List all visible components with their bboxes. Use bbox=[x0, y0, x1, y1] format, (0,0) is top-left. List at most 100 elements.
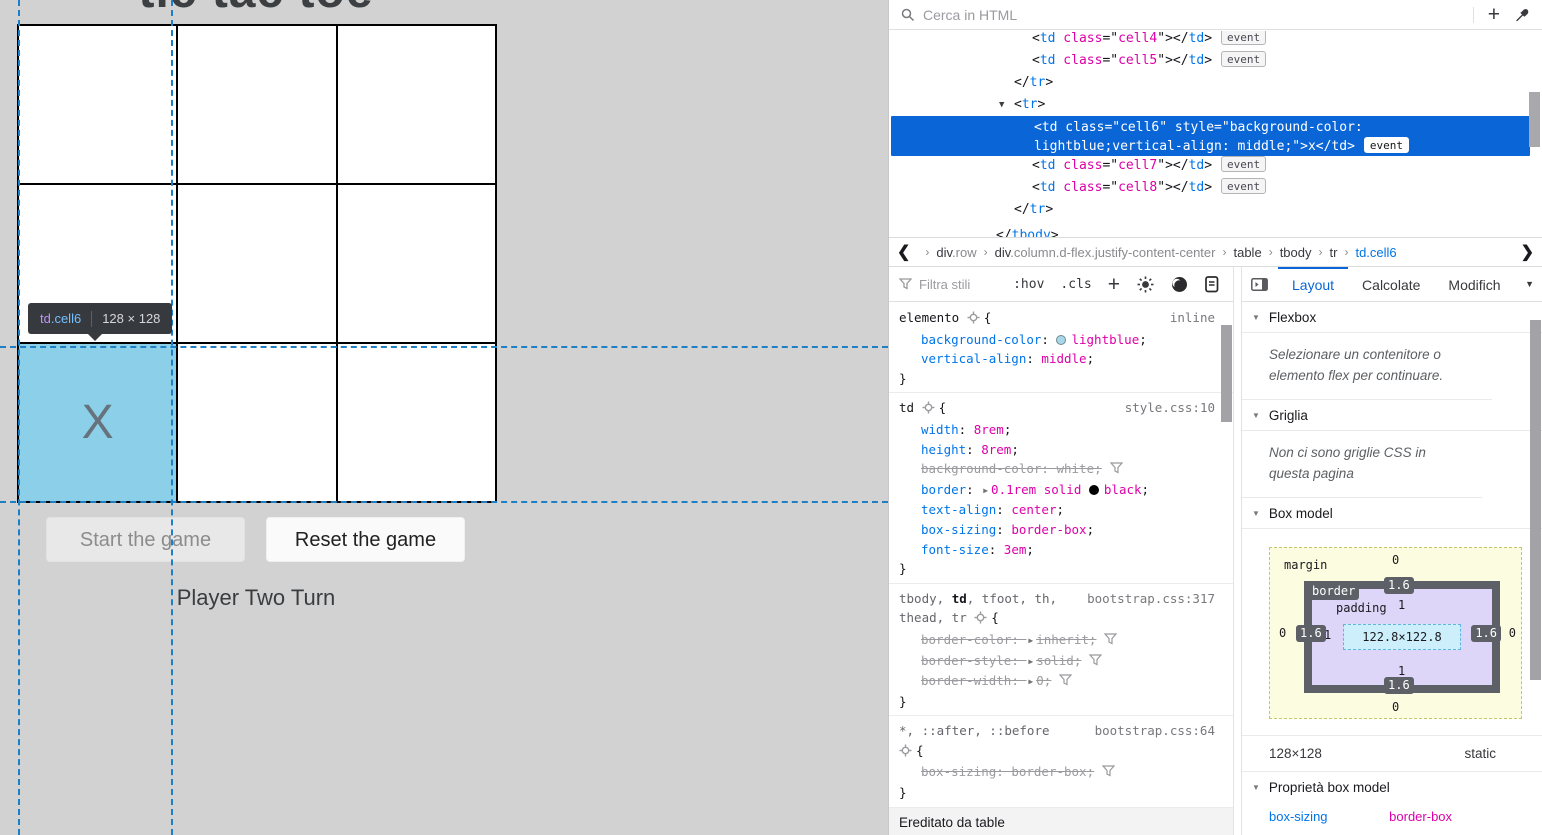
css-rule[interactable]: bootstrap.css:64*, ::after, ::before {bo… bbox=[889, 716, 1233, 807]
css-declaration[interactable]: text-align: center; bbox=[899, 500, 1233, 520]
margin-top-value[interactable]: 0 bbox=[1392, 553, 1399, 567]
filter-styles-input[interactable] bbox=[919, 277, 1009, 292]
markup-row[interactable]: ▼<tr> bbox=[889, 94, 1528, 116]
board-cell-5[interactable] bbox=[338, 185, 495, 342]
css-declaration[interactable]: background-color: white; bbox=[899, 459, 1233, 480]
print-simulation-icon[interactable] bbox=[1205, 276, 1219, 293]
box-model-content-region[interactable]: 122.8×122.8 bbox=[1343, 624, 1461, 650]
pseudo-class-toggle[interactable]: :hov bbox=[1013, 277, 1044, 292]
rule-source-link[interactable]: bootstrap.css:317 bbox=[1087, 589, 1215, 609]
breadcrumb-item-div.column.d-flex.justify-content-center[interactable]: div.column.d-flex.justify-content-center bbox=[995, 245, 1216, 260]
css-declaration[interactable]: border-width: ▶0; bbox=[899, 671, 1233, 692]
overridden-filter-icon[interactable] bbox=[1089, 654, 1102, 669]
css-declaration[interactable]: border-style: ▶solid; bbox=[899, 651, 1233, 672]
rules-scrollbar[interactable] bbox=[1221, 325, 1232, 422]
breadcrumb-back-chevron-icon[interactable]: ❮ bbox=[889, 242, 918, 262]
board-cell-4[interactable] bbox=[178, 185, 335, 342]
section-boxmodel-props-header[interactable]: ▼ Proprietà box model bbox=[1242, 772, 1542, 803]
breadcrumb-item-table[interactable]: table bbox=[1233, 245, 1261, 260]
board-cell-0[interactable] bbox=[19, 26, 176, 183]
markup-row[interactable]: </tr> bbox=[889, 199, 1528, 221]
margin-right-value[interactable]: 0 bbox=[1509, 626, 1516, 640]
highlight-selector-target-icon[interactable] bbox=[922, 402, 935, 417]
board-cell-6[interactable]: X bbox=[19, 344, 176, 501]
css-declaration[interactable]: border-color: ▶inherit; bbox=[899, 630, 1233, 651]
css-declaration[interactable]: box-sizing: border-box; bbox=[899, 520, 1233, 540]
rule-source-link[interactable]: style.css:10 bbox=[1125, 398, 1215, 418]
tabs-overflow-chevron-icon[interactable]: ▼ bbox=[1525, 267, 1542, 301]
overridden-filter-icon[interactable] bbox=[1102, 765, 1115, 780]
markup-row[interactable]: </tbody> bbox=[889, 225, 1528, 237]
dark-theme-icon[interactable] bbox=[1171, 276, 1188, 293]
css-declaration[interactable]: font-size: 3em; bbox=[899, 540, 1233, 560]
light-theme-icon[interactable] bbox=[1137, 276, 1154, 293]
overridden-filter-icon[interactable] bbox=[1059, 674, 1072, 689]
event-badge[interactable]: event bbox=[1221, 178, 1266, 194]
breadcrumb-item-div.row[interactable]: div.row bbox=[936, 245, 976, 260]
markup-scrollbar[interactable] bbox=[1529, 92, 1540, 147]
highlight-selector-target-icon[interactable] bbox=[967, 312, 980, 327]
border-right-value[interactable]: 1.6 bbox=[1471, 625, 1501, 642]
section-grid-header[interactable]: ▼ Griglia bbox=[1242, 400, 1542, 431]
highlight-selector-target-icon[interactable] bbox=[974, 612, 987, 627]
markup-row[interactable]: <td class="cell7"></td>event bbox=[889, 155, 1528, 177]
breadcrumb-item-tbody[interactable]: tbody bbox=[1280, 245, 1312, 260]
breadcrumb-forward-chevron-icon[interactable]: ❯ bbox=[1513, 242, 1542, 262]
markup-row[interactable]: <td class="cell5"></td>event bbox=[889, 50, 1528, 72]
margin-left-value[interactable]: 0 bbox=[1279, 626, 1286, 640]
css-declaration[interactable]: box-sizing: border-box; bbox=[899, 762, 1233, 783]
add-rule-button[interactable]: + bbox=[1108, 274, 1120, 295]
add-node-button[interactable]: + bbox=[1488, 4, 1500, 25]
rule-source-link[interactable]: inline bbox=[1170, 308, 1215, 328]
class-toggle[interactable]: .cls bbox=[1060, 277, 1091, 292]
markup-search-input[interactable] bbox=[923, 7, 1473, 23]
layout-scrollbar[interactable] bbox=[1530, 320, 1541, 680]
box-model-property-row[interactable]: box-sizing border-box bbox=[1242, 803, 1542, 824]
border-bottom-value[interactable]: 1.6 bbox=[1384, 677, 1414, 694]
board-cell-8[interactable] bbox=[338, 344, 495, 501]
overridden-filter-icon[interactable] bbox=[1104, 633, 1117, 648]
tab-modifiche[interactable]: Modifich bbox=[1434, 267, 1514, 301]
markup-row[interactable]: <td class="cell8"></td>event bbox=[889, 177, 1528, 199]
css-declaration[interactable]: border: ▶0.1rem solid black; bbox=[899, 480, 1233, 501]
breadcrumb-item-td.cell6[interactable]: td.cell6 bbox=[1355, 245, 1396, 260]
section-flexbox-header[interactable]: ▼ Flexbox bbox=[1242, 302, 1542, 333]
margin-bottom-value[interactable]: 0 bbox=[1392, 700, 1399, 714]
section-boxmodel-header[interactable]: ▼ Box model bbox=[1242, 498, 1542, 529]
sidebar-toggle-icon[interactable] bbox=[1242, 267, 1278, 301]
board-cell-2[interactable] bbox=[338, 26, 495, 183]
color-swatch[interactable] bbox=[1056, 335, 1066, 345]
color-swatch[interactable] bbox=[1089, 485, 1099, 495]
start-game-button[interactable]: Start the game bbox=[46, 517, 245, 562]
overridden-filter-icon[interactable] bbox=[1110, 462, 1123, 477]
tab-layout[interactable]: Layout bbox=[1278, 267, 1348, 301]
expand-twisty-icon[interactable]: ▼ bbox=[999, 94, 1004, 116]
css-declaration[interactable]: background-color: lightblue; bbox=[899, 330, 1233, 350]
eyedropper-icon[interactable] bbox=[1514, 7, 1530, 23]
markup-row-selected[interactable]: <td class="cell6" style="background-colo… bbox=[891, 116, 1530, 156]
css-rule[interactable]: style.css:10td {width: 8rem;height: 8rem… bbox=[889, 393, 1233, 583]
css-declaration[interactable]: vertical-align: middle; bbox=[899, 349, 1233, 369]
reset-game-button[interactable]: Reset the game bbox=[266, 517, 465, 562]
event-badge[interactable]: event bbox=[1364, 137, 1409, 153]
rule-source-link[interactable]: bootstrap.css:64 bbox=[1095, 721, 1215, 741]
css-rule[interactable]: inlineelemento {background-color: lightb… bbox=[889, 303, 1233, 393]
highlight-selector-target-icon[interactable] bbox=[899, 745, 912, 760]
css-declaration[interactable]: width: 8rem; bbox=[899, 420, 1233, 440]
css-declaration[interactable]: height: 8rem; bbox=[899, 440, 1233, 460]
padding-top-value[interactable]: 1 bbox=[1398, 598, 1405, 612]
event-badge[interactable]: event bbox=[1221, 51, 1266, 67]
padding-bottom-value[interactable]: 1 bbox=[1398, 664, 1405, 678]
event-badge[interactable]: event bbox=[1221, 156, 1266, 172]
box-model-margin-region[interactable]: margin 0 0 0 0 border padding 1 1 1 1 12… bbox=[1269, 547, 1522, 719]
breadcrumb-item-tr[interactable]: tr bbox=[1330, 245, 1338, 260]
css-rule[interactable]: bootstrap.css:317tbody, td, tfoot, th,th… bbox=[889, 584, 1233, 717]
tab-calcolate[interactable]: Calcolate bbox=[1348, 267, 1434, 301]
markup-row[interactable]: </tr> bbox=[889, 72, 1528, 94]
border-left-value[interactable]: 1.6 bbox=[1296, 625, 1326, 642]
markup-row[interactable]: <td class="cell4"></td>event bbox=[889, 31, 1528, 50]
board-cell-1[interactable] bbox=[178, 26, 335, 183]
board-cell-7[interactable] bbox=[178, 344, 335, 501]
event-badge[interactable]: event bbox=[1221, 31, 1266, 45]
border-top-value[interactable]: 1.6 bbox=[1384, 577, 1414, 594]
